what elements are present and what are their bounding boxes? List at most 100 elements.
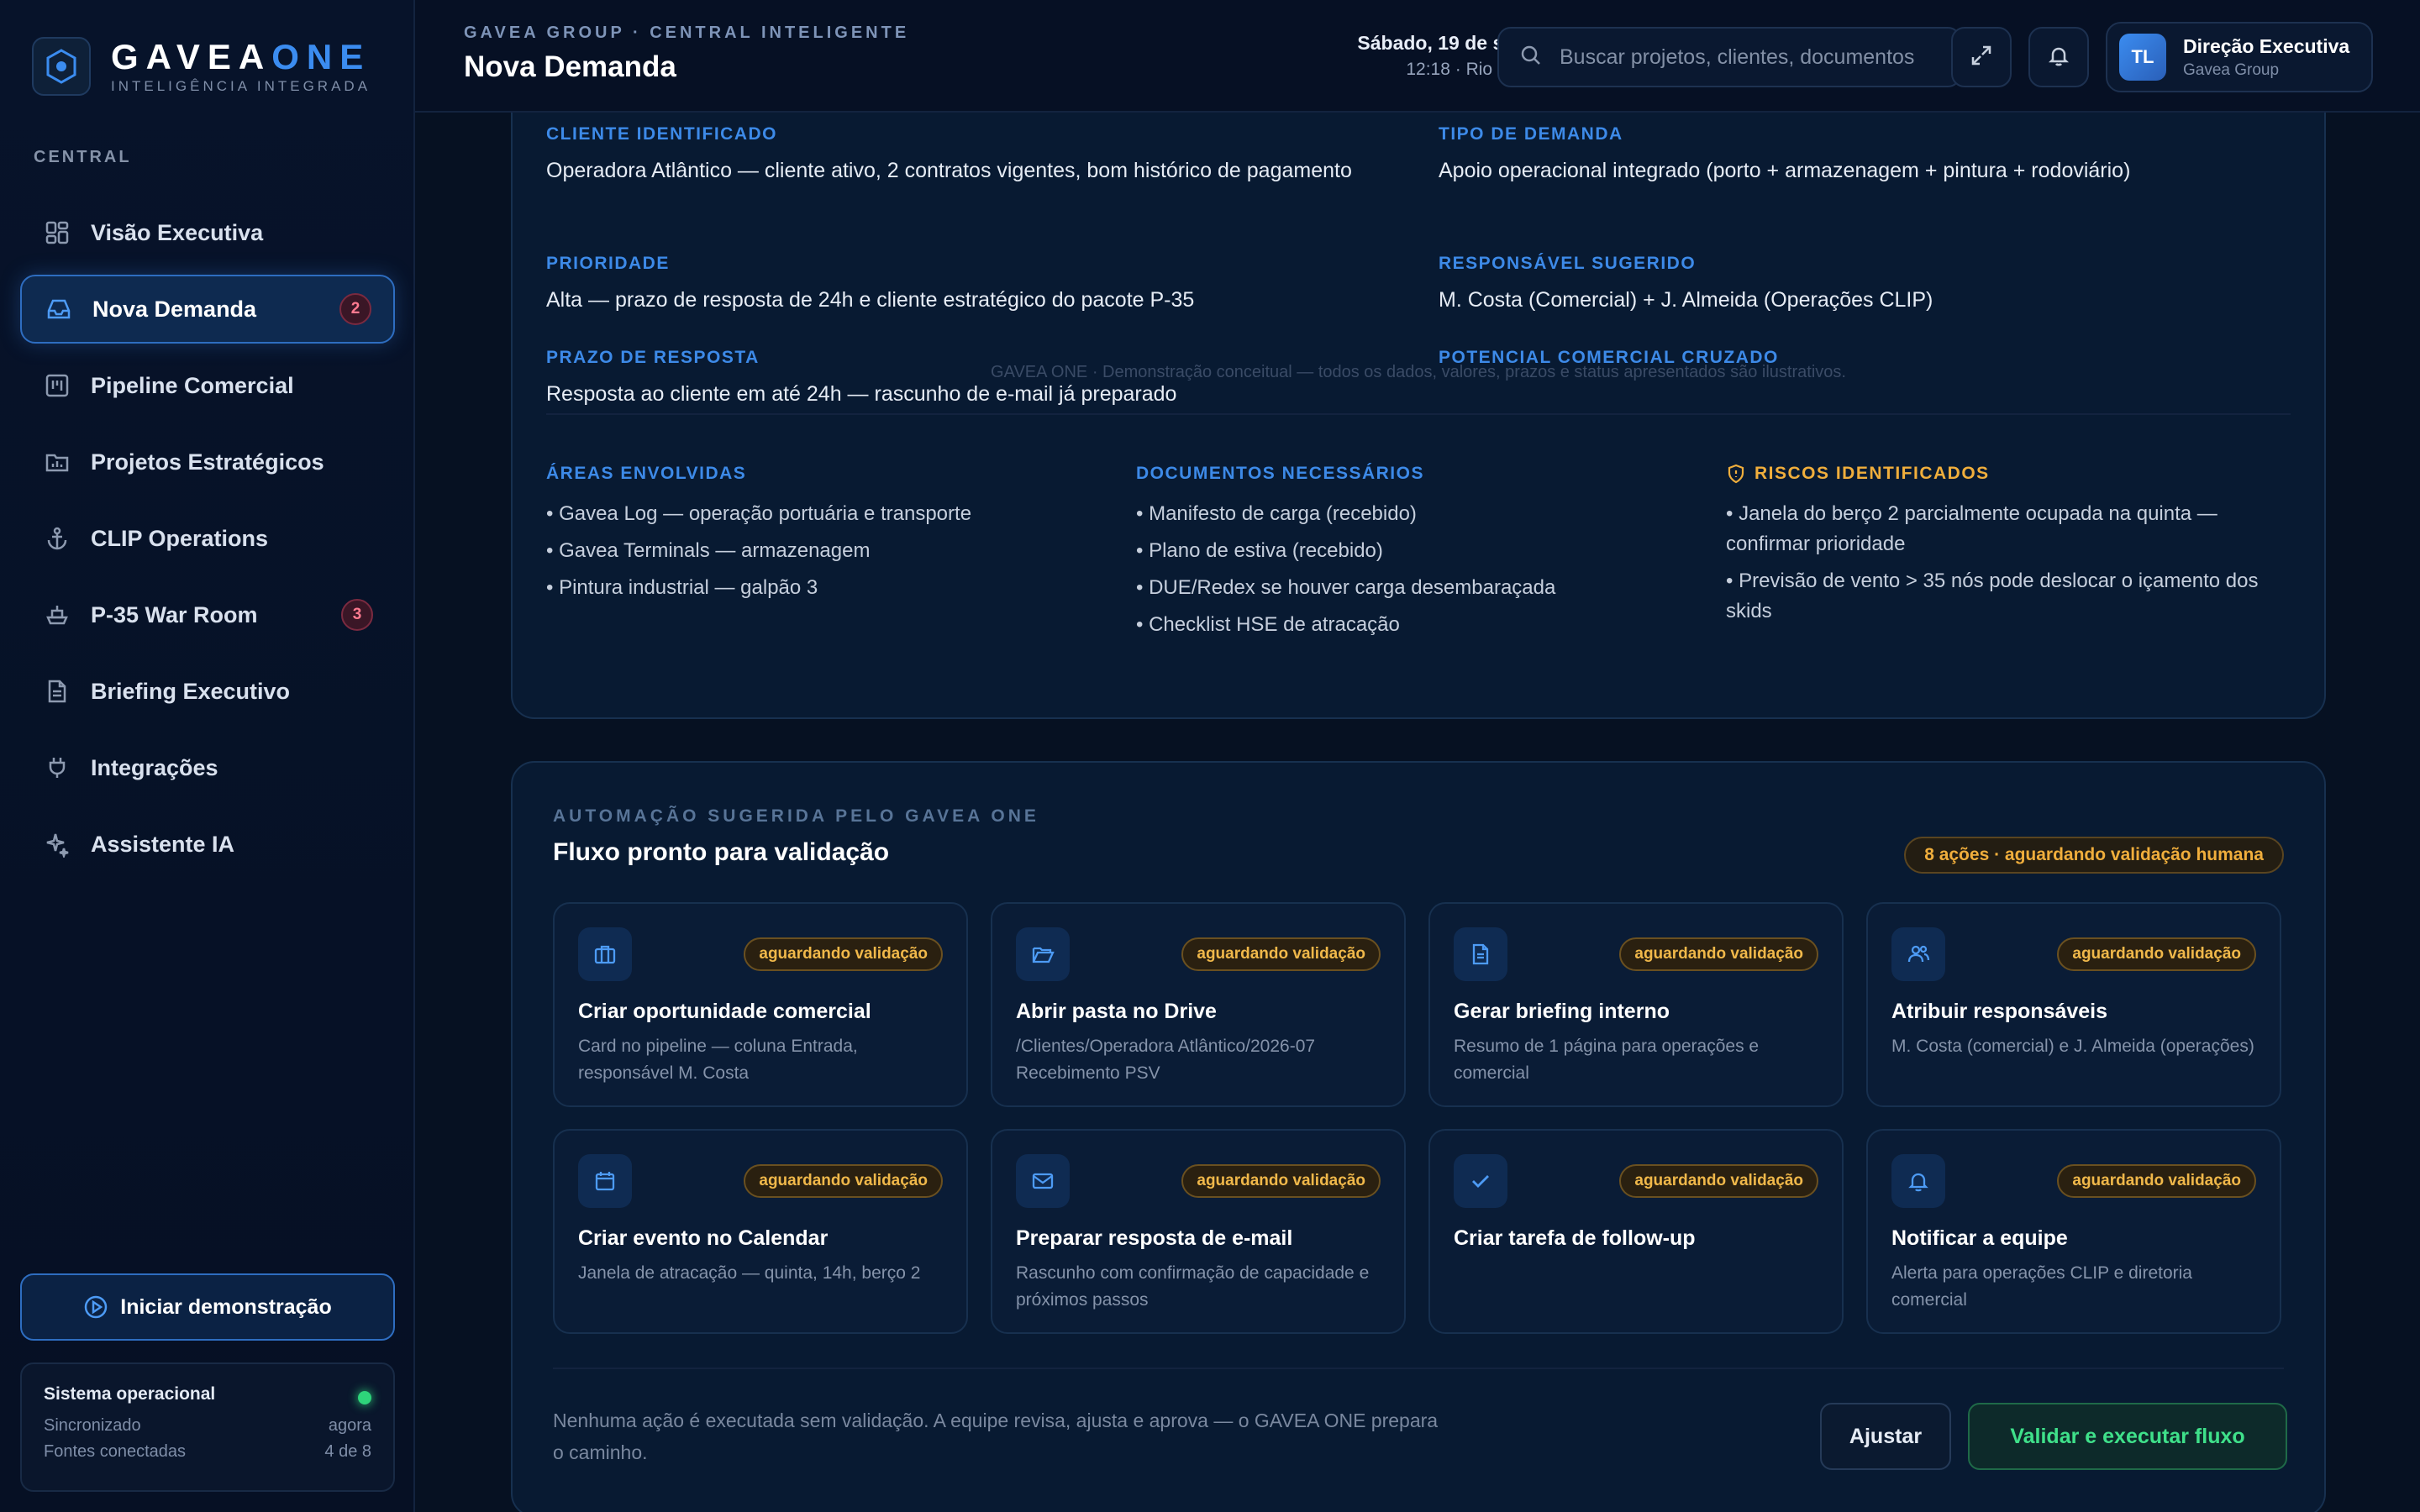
sidebar: GAVEAONE INTELIGÊNCIA INTEGRADA CENTRAL …: [0, 0, 415, 1512]
sidebar-item-pipeline-comercial[interactable]: Pipeline Comercial: [20, 351, 395, 420]
status-title: Sistema operacional: [44, 1384, 216, 1404]
status-row-value: agora: [328, 1416, 371, 1435]
sidebar-item-clip-operations[interactable]: CLIP Operations: [20, 504, 395, 573]
list-item: • Plano de estiva (recebido): [1136, 539, 1383, 562]
action-title: Criar evento no Calendar: [578, 1226, 829, 1250]
action-tile[interactable]: aguardando validação Preparar resposta d…: [991, 1129, 1406, 1334]
kanban-icon: [42, 370, 72, 401]
sidebar-item-projetos-estrategicos[interactable]: Projetos Estratégicos: [20, 428, 395, 496]
user-org: Gavea Group: [2183, 60, 2280, 79]
search-input[interactable]: [1558, 44, 1939, 71]
status-row: Sincronizado agora: [44, 1416, 371, 1436]
sidebar-item-visao-executiva[interactable]: Visão Executiva: [20, 198, 395, 267]
action-description: /Clientes/Operadora Atlântico/2026-07 Re…: [1016, 1037, 1316, 1083]
search-icon: [1519, 44, 1543, 71]
sidebar-item-integracoes[interactable]: Integrações: [20, 733, 395, 802]
sidebar-item-label: Projetos Estratégicos: [91, 449, 324, 475]
list-item: • Janela do berço 2 parcialmente ocupada…: [1726, 502, 2217, 555]
document-icon: [42, 676, 72, 706]
bell-icon: [2047, 44, 2070, 71]
list-item: • Pintura industrial — galpão 3: [546, 576, 818, 599]
sparkles-icon: [42, 829, 72, 859]
field-value: Operadora Atlântico — cliente ativo, 2 c…: [546, 159, 1352, 182]
hexagon-logo-icon: [32, 37, 91, 96]
actions-pending-pill: 8 ações · aguardando validação humana: [1904, 837, 2284, 874]
sidebar-item-label: Integrações: [91, 754, 218, 780]
count-badge: 2: [339, 293, 371, 325]
ship-icon: [42, 600, 72, 630]
sidebar-item-assistente-ia[interactable]: Assistente IA: [20, 810, 395, 879]
system-status-card: Sistema operacional Sincronizado agora F…: [20, 1362, 395, 1492]
main-content: CLIENTE IDENTIFICADO Operadora Atlântico…: [415, 113, 2420, 1512]
status-badge: aguardando validação: [1619, 937, 1818, 971]
risks-list: • Janela do berço 2 parcialmente ocupada…: [1726, 499, 2281, 627]
folder-open-icon: [1016, 927, 1070, 981]
breadcrumb: GAVEA GROUP · CENTRAL INTELIGENTE: [464, 24, 910, 42]
brand[interactable]: GAVEAONE INTELIGÊNCIA INTEGRADA: [32, 37, 371, 96]
action-tile[interactable]: aguardando validação Criar evento no Cal…: [553, 1129, 968, 1334]
list-item: • Checklist HSE de atracação: [1136, 613, 1400, 636]
automation-label: AUTOMAÇÃO SUGERIDA PELO GAVEA ONE: [553, 806, 1039, 826]
calendar-icon: [578, 1154, 632, 1208]
documents-list: • Manifesto de carga (recebido) • Plano …: [1136, 499, 1691, 640]
anchor-icon: [42, 523, 72, 554]
field-label: TIPO DE DEMANDA: [1439, 124, 1623, 144]
action-title: Atribuir responsáveis: [1891, 1000, 2108, 1023]
fullscreen-button[interactable]: [1951, 27, 2012, 87]
detail-field: RESPONSÁVEL SUGERIDO M. Costa (Comercial…: [1439, 254, 2279, 318]
search-box[interactable]: [1497, 27, 1961, 87]
sidebar-item-briefing-executivo[interactable]: Briefing Executivo: [20, 657, 395, 726]
sidebar-item-label: Pipeline Comercial: [91, 372, 294, 398]
status-row-value: 4 de 8: [324, 1442, 371, 1461]
count-badge: 3: [341, 599, 373, 631]
sidebar-item-label: Nova Demanda: [92, 296, 257, 322]
status-badge: aguardando validação: [2057, 937, 2256, 971]
action-tile[interactable]: aguardando validação Criar oportunidade …: [553, 902, 968, 1107]
user-menu[interactable]: TL Direção Executiva Gavea Group: [2106, 22, 2373, 92]
action-title: Abrir pasta no Drive: [1016, 1000, 1217, 1023]
file-text-icon: [1454, 927, 1507, 981]
shield-alert-icon: [1726, 464, 1746, 484]
risks-title: RISCOS IDENTIFICADOS: [1754, 464, 1990, 483]
action-tile[interactable]: aguardando validação Gerar briefing inte…: [1428, 902, 1844, 1107]
validation-note: Nenhuma ação é executada sem validação. …: [553, 1410, 1439, 1463]
sidebar-item-label: Assistente IA: [91, 831, 235, 857]
action-tile[interactable]: aguardando validação Atribuir responsáve…: [1866, 902, 2281, 1107]
folder-chart-icon: [42, 447, 72, 477]
field-value: M. Costa (Comercial) + J. Almeida (Opera…: [1439, 288, 1933, 312]
validate-execute-button[interactable]: Validar e executar fluxo: [1968, 1403, 2287, 1470]
status-badge: aguardando validação: [1181, 937, 1381, 971]
brand-tagline: INTELIGÊNCIA INTEGRADA: [111, 78, 371, 94]
action-title: Criar oportunidade comercial: [578, 1000, 871, 1023]
start-demo-button[interactable]: Iniciar demonstração: [20, 1273, 395, 1341]
status-badge: aguardando validação: [1181, 1164, 1381, 1198]
status-row: Fontes conectadas 4 de 8: [44, 1442, 371, 1462]
sidebar-item-p35-war-room[interactable]: P-35 War Room 3: [20, 580, 395, 649]
status-row-label: Sincronizado: [44, 1416, 141, 1435]
status-row-label: Fontes conectadas: [44, 1442, 186, 1461]
notifications-button[interactable]: [2028, 27, 2089, 87]
detail-field: CLIENTE IDENTIFICADO Operadora Atlântico…: [546, 124, 1386, 188]
action-tile[interactable]: aguardando validação Notificar a equipe …: [1866, 1129, 2281, 1334]
action-description: Rascunho com confirmação de capacidade e…: [1016, 1263, 1370, 1310]
status-badge: aguardando validação: [1619, 1164, 1818, 1198]
list-item: • Gavea Terminals — armazenagem: [546, 539, 871, 562]
action-tile[interactable]: aguardando validação Criar tarefa de fol…: [1428, 1129, 1844, 1334]
nav-section-label: CENTRAL: [34, 148, 132, 166]
play-circle-icon: [83, 1294, 108, 1320]
automation-card: AUTOMAÇÃO SUGERIDA PELO GAVEA ONE Fluxo …: [511, 761, 2326, 1512]
start-demo-label: Iniciar demonstração: [120, 1294, 332, 1319]
field-label: PRIORIDADE: [546, 254, 670, 273]
sidebar-item-label: Briefing Executivo: [91, 678, 291, 704]
list-item: • Gavea Log — operação portuária e trans…: [546, 502, 972, 525]
mail-icon: [1016, 1154, 1070, 1208]
action-tile[interactable]: aguardando validação Abrir pasta no Driv…: [991, 902, 1406, 1107]
sidebar-nav: Visão Executiva Nova Demanda 2 Pipeline …: [20, 198, 395, 886]
adjust-button[interactable]: Ajustar: [1820, 1403, 1951, 1470]
detail-field: TIPO DE DEMANDA Apoio operacional integr…: [1439, 124, 2279, 188]
list-item: • Manifesto de carga (recebido): [1136, 502, 1417, 525]
sidebar-item-nova-demanda[interactable]: Nova Demanda 2: [20, 275, 395, 344]
sidebar-item-label: Visão Executiva: [91, 219, 264, 245]
status-badge: aguardando validação: [744, 937, 943, 971]
documents-column: DOCUMENTOS NECESSÁRIOS • Manifesto de ca…: [1136, 464, 1691, 647]
